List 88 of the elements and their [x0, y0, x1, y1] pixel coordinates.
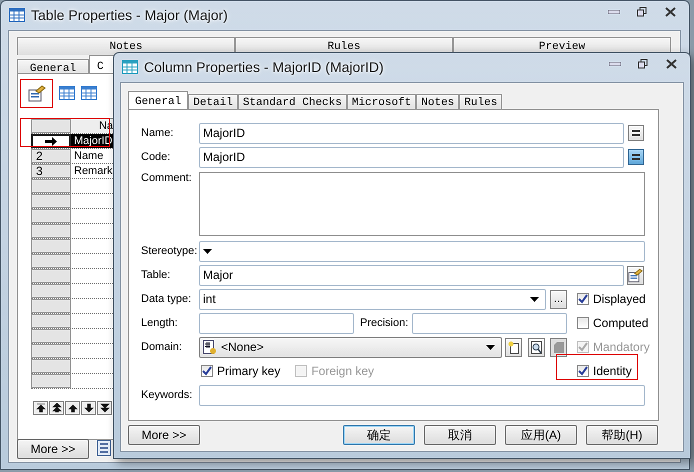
text-area[interactable] — [199, 172, 645, 236]
field-label: Table: — [141, 269, 172, 281]
row-header-cell[interactable] — [31, 254, 71, 268]
move-row-button[interactable] — [33, 401, 48, 415]
field-label: Precision: — [360, 317, 410, 329]
row-header-cell[interactable] — [31, 179, 71, 193]
checkbox[interactable]: Primary key — [201, 364, 280, 378]
row-header-cell[interactable] — [31, 329, 71, 343]
close-icon — [666, 59, 676, 69]
field-label: Length: — [141, 317, 179, 329]
move-row-button[interactable] — [81, 401, 96, 415]
dialog-button[interactable]: More >> — [128, 425, 200, 445]
highlight-frame — [20, 79, 53, 108]
dropdown-arrow-icon[interactable] — [203, 248, 212, 254]
checkmark-icon — [202, 366, 212, 376]
row-header-cell[interactable] — [31, 209, 71, 223]
checkmark-icon — [578, 342, 588, 352]
move-row-button[interactable] — [49, 401, 64, 415]
checkmark-icon — [578, 366, 588, 376]
browse-button[interactable]: ... — [550, 290, 567, 308]
field-label: Keywords: — [141, 389, 194, 401]
row-header-cell[interactable] — [31, 299, 71, 313]
equals-icon — [632, 154, 640, 160]
checkbox-box[interactable] — [577, 365, 589, 377]
input-field[interactable]: MajorID — [199, 122, 624, 144]
window-icon — [9, 8, 25, 22]
field-label: Name: — [141, 127, 174, 139]
checkbox-box[interactable] — [201, 365, 213, 377]
row-header-cell — [31, 119, 71, 133]
row-header-cell[interactable] — [31, 239, 71, 253]
dialog-button[interactable]: 确定 — [343, 425, 415, 445]
add-row-icon[interactable] — [81, 86, 97, 100]
input-field[interactable] — [199, 312, 354, 334]
dialog-button[interactable]: 应用(A) — [505, 425, 577, 445]
restore-icon — [637, 7, 647, 17]
dialog-button[interactable]: 取消 — [424, 425, 496, 445]
table-cell[interactable]: Remark — [71, 164, 115, 178]
search-icon[interactable] — [528, 338, 545, 356]
window-title: Table Properties - Major (Major) — [31, 7, 228, 23]
domain-icon — [203, 340, 217, 354]
checkbox[interactable]: Computed — [577, 316, 648, 330]
equals-button[interactable] — [628, 149, 644, 165]
arrow-icon — [45, 136, 57, 146]
dropdown[interactable]: <None> — [199, 336, 502, 358]
field-label: Stereotype: — [141, 245, 198, 257]
field-label: Comment: — [141, 172, 193, 184]
tab[interactable]: General — [128, 91, 188, 111]
row-number: 3 — [31, 164, 71, 178]
tab[interactable]: Notes — [17, 37, 235, 55]
checkbox-box[interactable] — [577, 293, 589, 305]
equals-button[interactable] — [628, 125, 644, 141]
checkbox-box[interactable] — [577, 317, 589, 329]
dropdown[interactable]: int — [199, 288, 546, 310]
input-field[interactable]: Major — [199, 264, 624, 286]
insert-row-icon[interactable] — [59, 86, 75, 100]
input-field[interactable]: MajorID — [199, 146, 624, 168]
restore-icon — [638, 59, 648, 69]
field-label: Domain: — [141, 341, 183, 353]
row-header-cell[interactable] — [31, 344, 71, 358]
dropdown-arrow-icon[interactable] — [486, 344, 495, 350]
equals-icon — [632, 130, 640, 136]
checkbox[interactable]: Displayed — [577, 292, 646, 306]
new-icon[interactable] — [505, 338, 522, 356]
move-row-button[interactable] — [65, 401, 80, 415]
row-header-cell[interactable] — [31, 194, 71, 208]
row-header-cell[interactable] — [31, 284, 71, 298]
table-cell[interactable]: Name — [71, 149, 115, 163]
checkmark-icon — [578, 294, 588, 304]
minimize-icon — [608, 10, 620, 14]
checkbox[interactable]: Identity — [577, 364, 632, 378]
more-button[interactable]: More >> — [17, 439, 89, 459]
dropdown-arrow-icon[interactable] — [530, 296, 539, 302]
row-header-cell[interactable] — [31, 314, 71, 328]
field-label: Data type: — [141, 293, 192, 305]
list-icon[interactable] — [97, 440, 111, 456]
close-icon — [664, 7, 676, 17]
row-header-cell[interactable] — [31, 374, 71, 388]
window-icon — [122, 60, 138, 74]
dialog-button[interactable]: 帮助(H) — [586, 425, 658, 445]
input-field[interactable] — [412, 312, 567, 334]
row-header-cell[interactable] — [31, 224, 71, 238]
row-header-cell[interactable] — [31, 359, 71, 373]
minimize-icon — [609, 62, 621, 66]
move-row-button[interactable] — [97, 401, 112, 415]
row-header-cell[interactable] — [31, 269, 71, 283]
input-field[interactable] — [199, 384, 645, 406]
field-label: Code: — [141, 151, 172, 163]
row-number: 2 — [31, 149, 71, 163]
